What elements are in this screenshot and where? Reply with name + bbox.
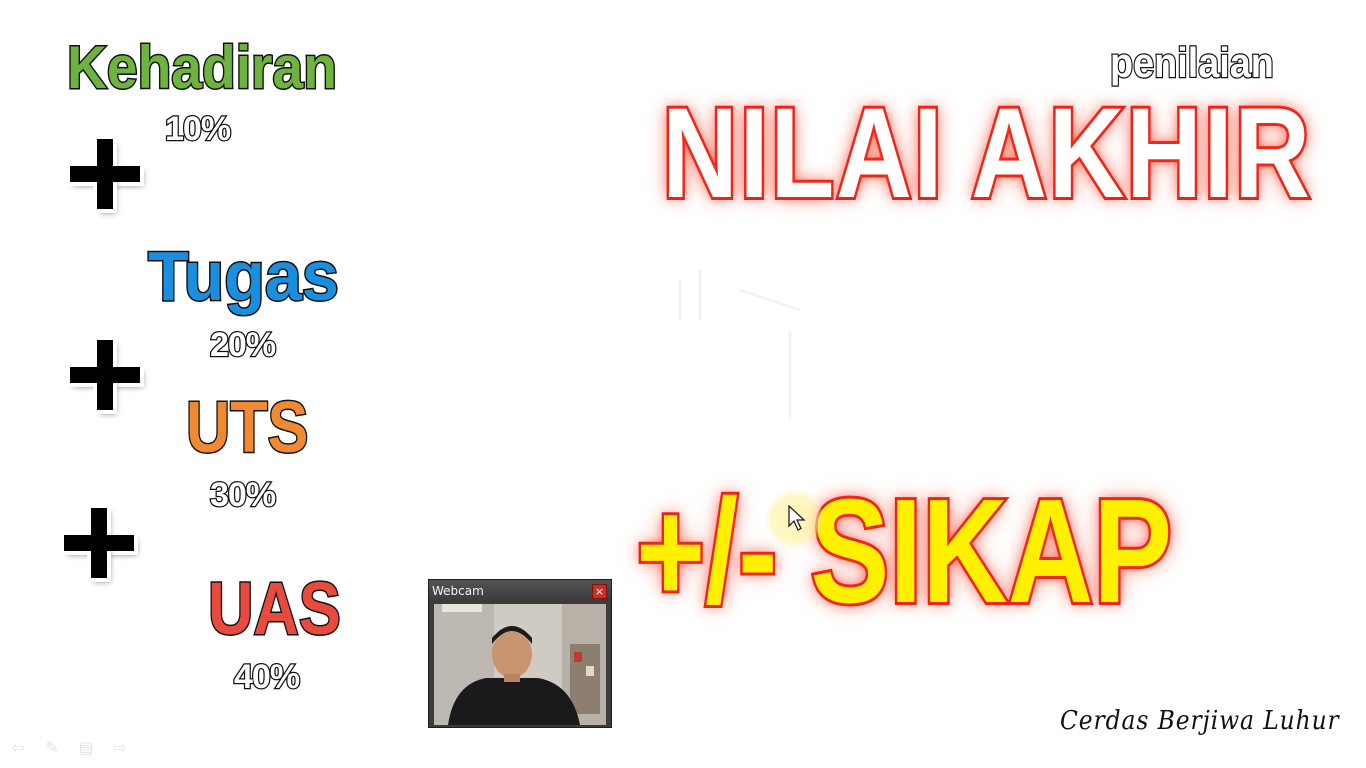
slide-title: NILAI AKHIR <box>660 82 1313 225</box>
webcam-video <box>434 604 606 725</box>
tugas-percent: 20% <box>209 326 278 364</box>
arrow-right-icon[interactable]: ⇨ <box>110 738 130 758</box>
uas-percent: 40% <box>233 658 302 696</box>
ghost-graphic <box>678 270 801 420</box>
penilaian-label: penilaian <box>1109 39 1275 86</box>
mouse-cursor-icon <box>788 505 806 531</box>
webcam-title: Webcam <box>432 584 484 598</box>
webcam-titlebar[interactable]: Webcam × <box>429 580 611 602</box>
pen-icon[interactable]: ✎ <box>42 738 62 758</box>
arrow-left-icon[interactable]: ⇦ <box>8 738 28 758</box>
webcam-window[interactable]: Webcam × <box>428 579 612 728</box>
uas-label: UAS <box>207 567 342 650</box>
uts-percent: 30% <box>209 476 278 514</box>
kehadiran-percent: 10% <box>164 110 233 148</box>
menu-icon[interactable]: ▤ <box>76 738 96 758</box>
motto-text: Cerdas Berjiwa Luhur <box>1060 706 1340 736</box>
plus-icon <box>64 508 134 578</box>
plus-icon <box>70 139 140 209</box>
uts-label: UTS <box>185 388 310 468</box>
presentation-slide: Kehadiran 10% Tugas 20% UTS 30% UAS 40% … <box>0 0 1366 768</box>
plus-icon <box>70 340 140 410</box>
tugas-label: Tugas <box>147 237 341 315</box>
close-icon[interactable]: × <box>592 584 607 599</box>
kehadiran-label: Kehadiran <box>66 34 339 101</box>
sikap-modifier: +/- SIKAP <box>634 469 1175 634</box>
